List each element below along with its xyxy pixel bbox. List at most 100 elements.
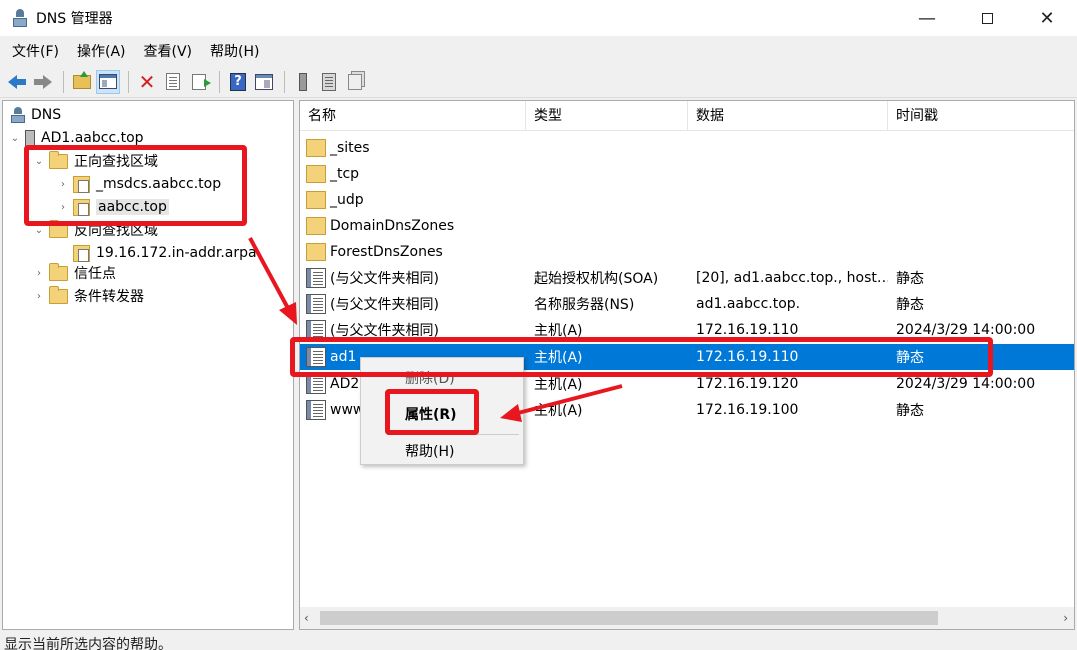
record-icon — [306, 294, 326, 314]
action-pane-button[interactable] — [252, 70, 276, 94]
list-item[interactable]: _udp — [300, 187, 1074, 213]
forward-button[interactable] — [31, 70, 55, 94]
chevron-down-icon[interactable]: ⌄ — [33, 156, 45, 167]
folder-icon — [49, 150, 68, 169]
toolbar-separator — [284, 70, 285, 93]
scroll-right-icon[interactable]: › — [1063, 611, 1068, 625]
chevron-down-icon[interactable]: ⌄ — [9, 133, 21, 144]
toolbar-separator — [63, 70, 64, 93]
record-type: 主机(A) — [534, 403, 583, 419]
server-icon — [25, 129, 35, 147]
dns-manager-icon — [12, 9, 28, 27]
dns-icon — [11, 107, 25, 123]
records-button[interactable] — [343, 70, 367, 94]
tree-label: 正向查找区域 — [74, 154, 158, 170]
tree-label: aabcc.top — [96, 199, 169, 215]
back-arrow-icon — [8, 74, 26, 89]
properties-button[interactable] — [161, 70, 185, 94]
folder-up-icon — [73, 70, 91, 89]
window-title: DNS 管理器 — [36, 11, 113, 27]
maximize-button[interactable] — [957, 0, 1017, 36]
record-icon — [306, 374, 326, 394]
record-data: ad1.aabcc.top. — [696, 296, 801, 312]
record-timestamp: 2024/3/29 14:00:00 — [896, 376, 1036, 392]
list-item[interactable]: DomainDnsZones — [300, 213, 1074, 239]
list-header: 名称 类型 数据 时间戳 — [300, 101, 1074, 131]
delete-button[interactable]: ✕ — [135, 70, 159, 94]
zone-icon — [73, 175, 90, 193]
folder-icon — [306, 217, 326, 235]
console-tree[interactable]: DNS ⌄ AD1.aabcc.top ⌄ 正向查找区域 › _msdcs.aa… — [2, 100, 294, 630]
tree-node-dns[interactable]: DNS — [7, 104, 61, 126]
column-header-name[interactable]: 名称 — [300, 101, 526, 131]
show-hide-tree-button[interactable] — [96, 69, 120, 94]
tree-node-server[interactable]: ⌄ AD1.aabcc.top — [9, 127, 144, 149]
zone-icon — [73, 198, 90, 216]
server-button[interactable] — [291, 70, 315, 94]
help-icon: ? — [230, 72, 246, 91]
menu-file[interactable]: 文件(F) — [6, 41, 65, 61]
tree-node-trust-points[interactable]: › 信任点 — [33, 262, 116, 284]
list-item[interactable]: (与父文件夹相同) 名称服务器(NS) ad1.aabcc.top. 静态 — [300, 291, 1074, 317]
menu-action[interactable]: 操作(A) — [71, 41, 132, 61]
record-type: 主机(A) — [534, 350, 583, 366]
column-header-data[interactable]: 数据 — [688, 101, 888, 131]
record-name: AD2 — [330, 376, 360, 392]
record-timestamp: 静态 — [896, 271, 924, 287]
record-timestamp: 静态 — [896, 403, 924, 419]
tree-node-reverse-zone-item[interactable]: 19.16.172.in-addr.arpa — [69, 242, 257, 264]
menu-view[interactable]: 查看(V) — [138, 41, 199, 61]
server-list-button[interactable] — [317, 70, 341, 94]
close-button[interactable]: ✕ — [1017, 0, 1077, 36]
up-level-button[interactable] — [70, 70, 94, 94]
context-menu-help[interactable]: 帮助(H) — [405, 441, 454, 461]
chevron-down-icon[interactable]: ⌄ — [33, 225, 45, 236]
record-data: 172.16.19.120 — [696, 376, 799, 392]
export-list-button[interactable] — [187, 70, 211, 94]
context-menu-delete[interactable]: 删除(D) — [405, 368, 455, 388]
chevron-right-icon[interactable]: › — [33, 268, 45, 279]
minimize-button[interactable]: — — [897, 0, 957, 36]
context-menu: 删除(D) 属性(R) 帮助(H) — [360, 357, 524, 465]
column-header-timestamp[interactable]: 时间戳 — [888, 101, 1074, 131]
tree-node-forward-zones[interactable]: ⌄ 正向查找区域 — [33, 150, 158, 172]
server-icon — [299, 72, 307, 91]
chevron-right-icon[interactable]: › — [57, 202, 69, 213]
tree-label: 条件转发器 — [74, 289, 144, 305]
back-button[interactable] — [5, 70, 29, 94]
list-item[interactable]: ForestDnsZones — [300, 239, 1074, 265]
scrollbar-thumb[interactable] — [320, 611, 938, 625]
toolbar-separator — [219, 70, 220, 93]
context-menu-properties[interactable]: 属性(R) — [405, 404, 457, 424]
record-name: ForestDnsZones — [330, 244, 443, 260]
list-item[interactable]: _tcp — [300, 161, 1074, 187]
help-button[interactable]: ? — [226, 70, 250, 94]
tree-label: 反向查找区域 — [74, 223, 158, 239]
properties-icon — [166, 73, 180, 90]
tree-label: 19.16.172.in-addr.arpa — [96, 245, 257, 261]
menu-help[interactable]: 帮助(H) — [204, 41, 265, 61]
record-name: _sites — [330, 140, 370, 156]
tree-node-conditional-forwarders[interactable]: › 条件转发器 — [33, 285, 144, 307]
folder-icon — [49, 262, 68, 281]
record-name: _tcp — [330, 166, 360, 182]
tree-node-reverse-zones[interactable]: ⌄ 反向查找区域 — [33, 219, 158, 241]
delete-x-icon: ✕ — [138, 69, 156, 94]
record-name: (与父文件夹相同) — [330, 323, 439, 339]
record-name: (与父文件夹相同) — [330, 297, 439, 313]
tree-node-msdcs-zone[interactable]: › _msdcs.aabcc.top — [57, 173, 221, 195]
scroll-left-icon[interactable]: ‹ — [304, 611, 309, 625]
list-item[interactable]: _sites — [300, 135, 1074, 161]
chevron-right-icon[interactable]: › — [57, 179, 69, 190]
list-item[interactable]: (与父文件夹相同) 主机(A) 172.16.19.110 2024/3/29 … — [300, 317, 1074, 343]
horizontal-scrollbar[interactable]: ‹ › — [300, 607, 1074, 629]
list-item[interactable]: (与父文件夹相同) 起始授权机构(SOA) [20], ad1.aabcc.to… — [300, 265, 1074, 291]
record-timestamp: 2024/3/29 14:00:00 — [896, 322, 1036, 338]
tree-node-aabcc-zone[interactable]: › aabcc.top — [57, 196, 169, 218]
record-icon — [306, 347, 326, 367]
chevron-right-icon[interactable]: › — [33, 291, 45, 302]
record-icon — [306, 400, 326, 420]
column-header-type[interactable]: 类型 — [526, 101, 688, 131]
folder-icon — [306, 191, 326, 209]
record-type: 主机(A) — [534, 323, 583, 339]
